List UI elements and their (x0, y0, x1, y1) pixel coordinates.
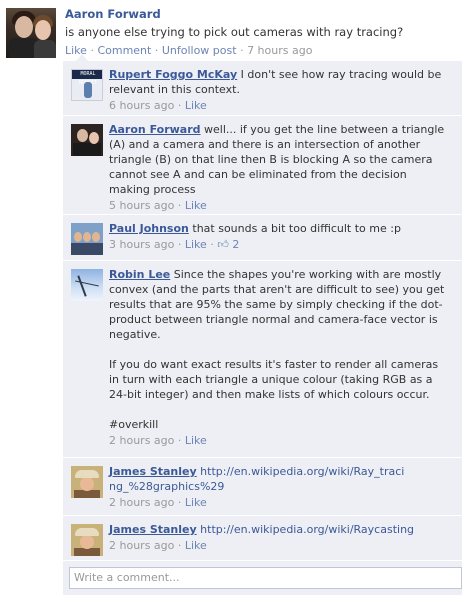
unfollow-post-link[interactable]: Unfollow post (162, 44, 237, 57)
comment-item: MORAL RUNSET Rupert Foggo McKay I don't … (63, 61, 462, 116)
commenter-name[interactable]: Paul Johnson (109, 222, 189, 235)
comment-body: Paul Johnson that sounds a bit too diffi… (109, 221, 449, 252)
write-comment-area: Write a comment... (63, 561, 462, 595)
commenter-avatar[interactable] (71, 124, 103, 156)
comment-like-link[interactable]: Like (185, 539, 207, 552)
comment-item: James Stanley http://en.wikipedia.org/wi… (63, 516, 462, 561)
separator-dot: · (90, 44, 94, 57)
comment-body: Robin Lee Since the shapes you're workin… (109, 267, 449, 448)
post-actions: Like · Comment · Unfollow post · 7 hours… (65, 44, 312, 57)
comment-timestamp: 2 hours ago (109, 434, 175, 447)
separator-dot: · (154, 44, 159, 57)
commenter-name[interactable]: James Stanley (109, 523, 197, 536)
comment-link-url[interactable]: http://en.wikipedia.org/wiki/Raycasting (200, 523, 414, 536)
comment-body: Aaron Forward well... if you get the lin… (109, 122, 449, 213)
comment-like-link[interactable]: Like (185, 496, 207, 509)
comment-like-link[interactable]: Like (185, 238, 207, 251)
comment-timestamp: 3 hours ago (109, 238, 175, 251)
comment-timestamp: 2 hours ago (109, 539, 175, 552)
comment-text: that sounds a bit too difficult to me :p (192, 222, 401, 235)
comment-item: Robin Lee Since the shapes you're workin… (63, 261, 462, 458)
separator-dot: · (210, 238, 214, 251)
separator-dot: · (177, 539, 182, 552)
like-count[interactable]: 2 (232, 238, 239, 251)
commenter-avatar[interactable]: MORAL RUNSET (71, 69, 103, 101)
commenter-avatar[interactable] (71, 223, 103, 255)
comment-timestamp: 2 hours ago (109, 496, 175, 509)
comment-item: Paul Johnson that sounds a bit too diffi… (63, 215, 462, 261)
commenter-name[interactable]: Robin Lee (109, 268, 170, 281)
comment-body: James Stanley http://en.wikipedia.org/wi… (109, 464, 409, 510)
comment-timestamp: 6 hours ago (109, 99, 175, 112)
commenter-name[interactable]: James Stanley (109, 465, 197, 478)
comment-timestamp: 5 hours ago (109, 199, 175, 212)
comment-meta: 3 hours ago · Like · 👍︎ 2 (109, 237, 449, 252)
post-author-name[interactable]: Aaron Forward (65, 7, 161, 21)
comment-item: James Stanley http://en.wikipedia.org/wi… (63, 458, 462, 516)
separator-dot: · (177, 199, 182, 212)
write-comment-input[interactable]: Write a comment... (69, 567, 462, 589)
comment-body: Rupert Foggo McKay I don't see how ray t… (109, 67, 449, 113)
comment-like-link[interactable]: Like (185, 199, 207, 212)
comment-meta: 6 hours ago · Like (109, 98, 449, 113)
comment-meta: 2 hours ago · Like (109, 433, 449, 448)
comment-meta: 5 hours ago · Like (109, 198, 449, 213)
author-avatar[interactable] (6, 8, 56, 58)
avatar-caption: MORAL RUNSET (72, 70, 102, 86)
commenter-avatar[interactable] (71, 269, 103, 301)
separator-dot: · (177, 99, 182, 112)
thumbs-up-icon[interactable]: 👍︎ (217, 237, 229, 252)
comment-like-link[interactable]: Like (185, 99, 207, 112)
post-timestamp: 7 hours ago (247, 44, 313, 57)
post-text: is anyone else trying to pick out camera… (65, 25, 404, 39)
separator-dot: · (177, 434, 182, 447)
comment-text: If you do want exact results it's faster… (109, 358, 439, 401)
separator-dot: · (177, 238, 182, 251)
comment-hashtag: #overkill (109, 418, 159, 431)
comment-meta: 2 hours ago · Like (109, 538, 449, 553)
comment-item: Aaron Forward well... if you get the lin… (63, 116, 462, 215)
comment-meta: 2 hours ago · Like (109, 495, 409, 510)
commenter-name[interactable]: Aaron Forward (109, 123, 201, 136)
commenter-avatar[interactable] (71, 466, 103, 498)
commenter-avatar[interactable] (71, 524, 103, 556)
comment-like-link[interactable]: Like (185, 434, 207, 447)
commenter-name[interactable]: Rupert Foggo McKay (109, 68, 237, 81)
separator-dot: · (177, 496, 182, 509)
comment-link[interactable]: Comment (97, 44, 151, 57)
separator-dot: · (240, 44, 244, 57)
comments-pointer (76, 54, 88, 61)
comment-body: James Stanley http://en.wikipedia.org/wi… (109, 522, 449, 553)
